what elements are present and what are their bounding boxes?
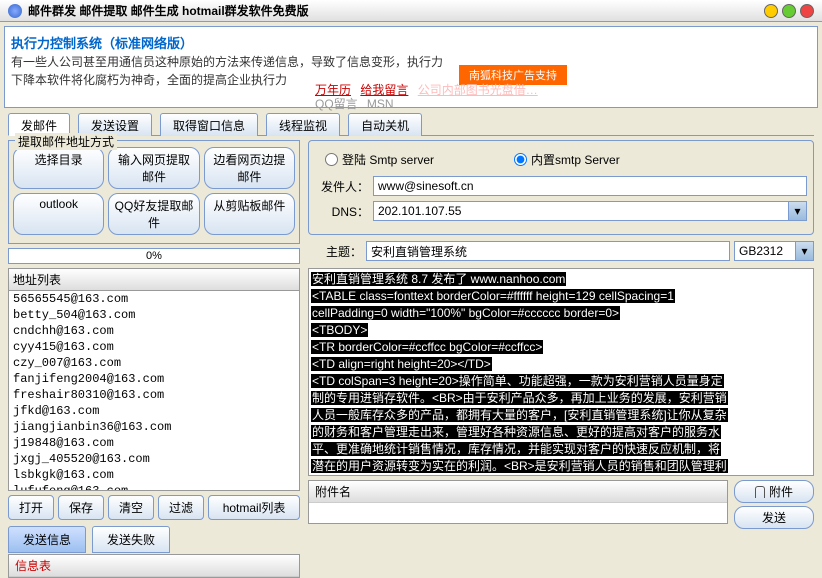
label-dns: DNS： (315, 203, 369, 220)
address-item[interactable]: betty_504@163.com (9, 307, 299, 323)
input-from[interactable] (373, 176, 807, 196)
label-subject: 主题： (308, 243, 362, 260)
body-editor[interactable]: 安利直销管理系统 8.7 发布了 www.nanhoo.com <TABLE c… (308, 268, 814, 476)
address-item[interactable]: j19848@163.com (9, 435, 299, 451)
progress-bar: 0% (8, 248, 300, 264)
main-tabs: 发邮件 发送设置 取得窗口信息 线程监视 自动关机 (8, 112, 814, 136)
attachment-header: 附件名 (309, 481, 727, 503)
link-qq[interactable]: QQ留言 (315, 97, 358, 111)
info-table: 信息表 (8, 554, 300, 578)
attachment-list[interactable]: 附件名 (308, 480, 728, 524)
address-item[interactable]: jfkd@163.com (9, 403, 299, 419)
tab-send-info[interactable]: 发送信息 (8, 526, 86, 553)
btn-select-dir[interactable]: 选择目录 (13, 147, 104, 189)
window-title: 邮件群发 邮件提取 邮件生成 hotmail群发软件免费版 (28, 2, 764, 19)
combo-dns[interactable]: 202.101.107.55▾ (373, 201, 807, 221)
btn-clear[interactable]: 清空 (108, 495, 154, 520)
radio-builtin-smtp[interactable]: 内置smtp Server (514, 151, 620, 168)
link-msn[interactable]: MSN (367, 97, 394, 111)
address-item[interactable]: lufufeng@163.com (9, 483, 299, 491)
address-list-header: 地址列表 (8, 268, 300, 291)
btn-open[interactable]: 打开 (8, 495, 54, 520)
address-item[interactable]: jxgj_405520@163.com (9, 451, 299, 467)
sub-links: QQ留言 MSN (315, 95, 394, 112)
btn-outlook[interactable]: outlook (13, 193, 104, 235)
tab-send-fail[interactable]: 发送失败 (92, 526, 170, 553)
tab-auto-shutdown[interactable]: 自动关机 (348, 113, 422, 136)
extract-group: 提取邮件地址方式 选择目录 输入网页提取邮件 边看网页边提邮件 outlook … (8, 140, 300, 244)
paperclip-icon (755, 486, 765, 498)
address-list[interactable]: 56565545@163.combetty_504@163.comcndchh@… (8, 291, 300, 491)
btn-filter[interactable]: 过滤 (158, 495, 204, 520)
btn-send[interactable]: 发送 (734, 506, 814, 529)
btn-webpage-extract[interactable]: 输入网页提取邮件 (108, 147, 199, 189)
address-item[interactable]: fanjifeng2004@163.com (9, 371, 299, 387)
address-item[interactable]: czy_007@163.com (9, 355, 299, 371)
chevron-down-icon[interactable]: ▾ (795, 242, 813, 260)
label-from: 发件人： (315, 178, 369, 195)
tab-window-info[interactable]: 取得窗口信息 (160, 113, 258, 136)
minimize-button[interactable] (764, 4, 778, 18)
combo-encoding[interactable]: GB2312▾ (734, 241, 814, 261)
close-button[interactable] (800, 4, 814, 18)
address-item[interactable]: freshair80310@163.com (9, 387, 299, 403)
tab-thread-monitor[interactable]: 线程监视 (266, 113, 340, 136)
btn-hotmail-list[interactable]: hotmail列表 (208, 495, 300, 520)
address-item[interactable]: jiangjianbin36@163.com (9, 419, 299, 435)
input-subject[interactable] (366, 241, 730, 261)
btn-qq-extract[interactable]: QQ好友提取邮件 (108, 193, 199, 235)
address-item[interactable]: 56565545@163.com (9, 291, 299, 307)
maximize-button[interactable] (782, 4, 796, 18)
extract-group-label: 提取邮件地址方式 (15, 133, 117, 150)
chevron-down-icon[interactable]: ▾ (788, 202, 806, 220)
app-icon (8, 4, 22, 18)
btn-clipboard[interactable]: 从剪贴板邮件 (204, 193, 295, 235)
header-panel: 执行力控制系统（标准网络版） 有一些人公司甚至用通信员这种原始的方法来传递信息，… (4, 26, 818, 108)
radio-login-smtp[interactable]: 登陆 Smtp server (325, 151, 434, 168)
header-title: 执行力控制系统（标准网络版） (11, 33, 811, 52)
address-item[interactable]: cndchh@163.com (9, 323, 299, 339)
btn-save[interactable]: 保存 (58, 495, 104, 520)
btn-attach[interactable]: 附件 (734, 480, 814, 503)
btn-browse-extract[interactable]: 边看网页边提邮件 (204, 147, 295, 189)
link-internal[interactable]: 公司内部图书光盘借… (418, 83, 538, 97)
address-item[interactable]: cyy415@163.com (9, 339, 299, 355)
address-item[interactable]: lsbkgk@163.com (9, 467, 299, 483)
header-desc1: 有一些人公司甚至用通信员这种原始的方法来传递信息，导致了信息变形，执行力 (11, 55, 811, 70)
